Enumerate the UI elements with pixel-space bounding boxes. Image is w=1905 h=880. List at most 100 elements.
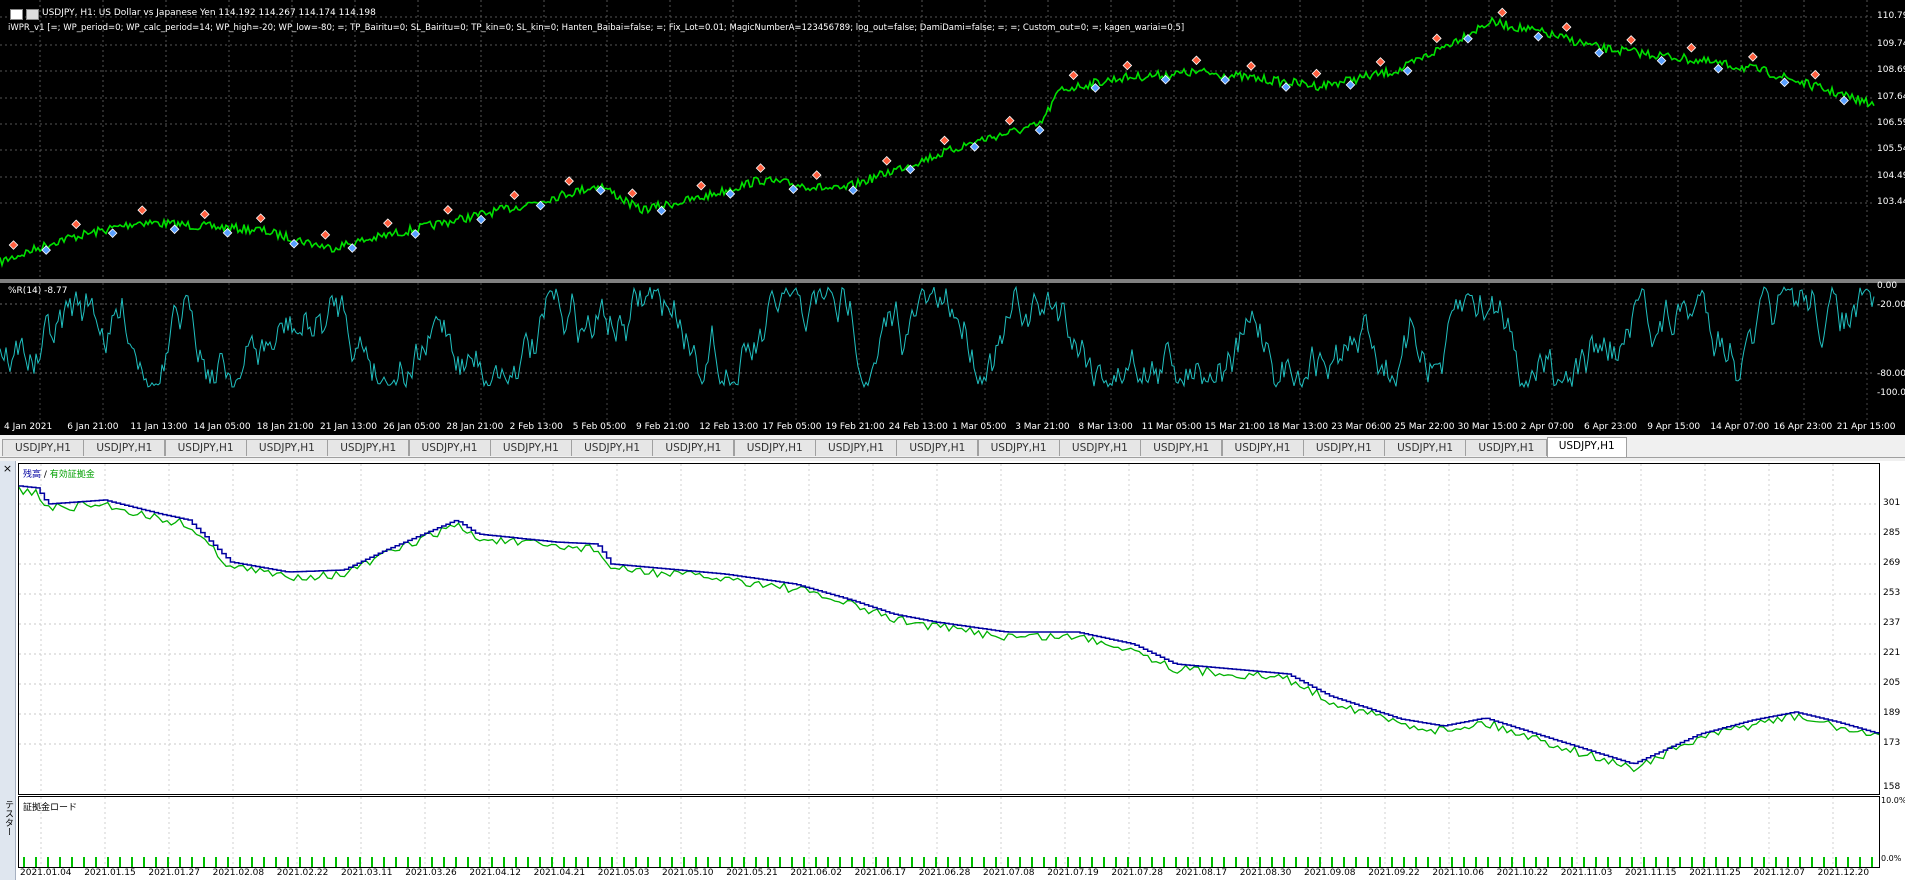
margin-bar (335, 857, 337, 867)
chart-tab[interactable]: USDJPY,H1 (164, 439, 247, 456)
price-label: 108.690 (1877, 65, 1905, 75)
price-chart-canvas (0, 0, 1875, 279)
chart-tab[interactable]: USDJPY,H1 (489, 439, 572, 456)
buy-marker (627, 188, 638, 199)
margin-bar (1091, 857, 1093, 867)
chart-tab[interactable]: USDJPY,H1 (83, 439, 166, 456)
wpr-level-label: -100.00 (1877, 388, 1905, 398)
margin-bar (1043, 857, 1045, 867)
chart-tab[interactable]: USDJPY,H1 (408, 439, 491, 456)
margin-bar (107, 857, 109, 867)
chart-tab[interactable]: USDJPY,H1 (733, 439, 816, 456)
date-label: 2021.11.25 (1689, 868, 1741, 878)
chart-tab[interactable]: USDJPY,H1 (1058, 439, 1141, 456)
time-label: 21 Jan 13:00 (320, 422, 377, 432)
date-label: 2021.12.07 (1753, 868, 1805, 878)
date-label: 2021.09.22 (1368, 868, 1420, 878)
chart-tab[interactable]: USDJPY,H1 (977, 439, 1060, 456)
margin-bar (851, 857, 853, 867)
buy-marker (1748, 52, 1758, 62)
time-label: 17 Feb 05:00 (762, 422, 822, 432)
time-label: 21 Apr 15:00 (1836, 422, 1896, 432)
margin-bar (959, 857, 961, 867)
chart-tab[interactable]: USDJPY,H1 (2, 439, 84, 456)
margin-title: 証拠金ロード (23, 803, 78, 813)
close-icon[interactable]: × (2, 463, 13, 474)
date-label: 2021.09.08 (1304, 868, 1356, 878)
price-label: 109.740 (1877, 39, 1905, 49)
margin-bar (1103, 857, 1105, 867)
margin-bar (1439, 857, 1441, 867)
date-label: 2021.01.27 (148, 868, 200, 878)
margin-bar (1283, 857, 1285, 867)
margin-bar (1751, 857, 1753, 867)
time-label: 18 Mar 13:00 (1268, 422, 1329, 432)
chart-tab[interactable]: USDJPY,H1 (896, 439, 979, 456)
buy-marker (137, 205, 148, 215)
sell-marker (1656, 55, 1667, 66)
margin-bar (803, 857, 805, 867)
margin-bar (1691, 857, 1693, 867)
chart-tab[interactable]: USDJPY,H1 (245, 439, 328, 456)
balance-chart[interactable]: 残高 / 有効証拠金 (18, 463, 1880, 795)
chart-tab[interactable]: USDJPY,H1 (1140, 439, 1223, 456)
time-label: 25 Mar 22:00 (1394, 422, 1455, 432)
buy-marker (1497, 7, 1508, 18)
chart-tab[interactable]: USDJPY,H1 (652, 439, 735, 456)
time-label: 2 Feb 13:00 (509, 422, 563, 432)
chart-tab[interactable]: USDJPY,H1 (1221, 439, 1304, 456)
buy-marker (1810, 69, 1821, 80)
margin-bar (1367, 857, 1369, 867)
chart-tab[interactable]: USDJPY,H1 (815, 439, 897, 456)
time-label: 23 Mar 06:00 (1331, 422, 1392, 432)
margin-bar (1175, 857, 1177, 867)
time-label: 12 Feb 13:00 (699, 422, 759, 432)
chart-menu-icon[interactable] (10, 9, 23, 20)
margin-label: 10.0% (1881, 796, 1905, 805)
price-axis[interactable]: 110.790 109.740 108.690 107.640 106.590 105.5… (1875, 0, 1905, 279)
wpr-indicator-pane[interactable]: %R(14) -8.77 (0, 283, 1876, 421)
time-label: 14 Apr 07:00 (1710, 422, 1770, 432)
margin-bar (1631, 857, 1633, 867)
buy-marker (1626, 35, 1636, 45)
margin-bar (1847, 857, 1849, 867)
margin-bar (323, 857, 325, 867)
margin-bar (455, 857, 457, 867)
chart-tab[interactable]: USDJPY,H1 (1546, 437, 1627, 457)
margin-bar (707, 857, 709, 867)
time-label: 18 Jan 21:00 (256, 422, 314, 432)
chart-tab[interactable]: USDJPY,H1 (1465, 439, 1548, 456)
price-chart[interactable]: USDJPY, H1: US Dollar vs Japanese Yen 11… (0, 0, 1876, 280)
chart-tab[interactable]: USDJPY,H1 (327, 439, 410, 456)
margin-bar (1463, 857, 1465, 867)
margin-bar (287, 857, 289, 867)
margin-bar (647, 857, 649, 867)
margin-bar (1583, 857, 1585, 867)
margin-bar (1667, 857, 1669, 867)
sell-marker (1713, 63, 1724, 74)
time-label: 5 Feb 05:00 (572, 422, 627, 432)
margin-bar (683, 857, 685, 867)
balance-label: 189 (1883, 708, 1901, 718)
price-label: 110.790 (1877, 11, 1905, 21)
price-label: 107.640 (1877, 92, 1905, 102)
margin-bar (1811, 857, 1813, 867)
margin-bar (719, 857, 721, 867)
wpr-axis[interactable]: 0.00 -20.00 -80.00 -100.00 (1875, 281, 1905, 421)
margin-bar (371, 857, 373, 867)
ea-params: iWPR_v1 [=; WP_period=0; WP_calc_period=… (8, 23, 1185, 33)
margin-bar (1739, 857, 1741, 867)
chart-tab[interactable]: USDJPY,H1 (571, 439, 654, 456)
time-label: 9 Apr 15:00 (1647, 422, 1701, 432)
time-axis: 4 Jan 2021 6 Jan 21:00 11 Jan 13:00 14 Jan … (0, 421, 1905, 435)
chart-tab[interactable]: USDJPY,H1 (1384, 439, 1467, 456)
chart-tab[interactable]: USDJPY,H1 (1302, 439, 1385, 456)
margin-bar (983, 857, 985, 867)
margin-bar (587, 857, 589, 867)
margin-bar (1163, 857, 1165, 867)
margin-bar (1127, 857, 1129, 867)
margin-bar (347, 857, 349, 867)
margin-bar (911, 857, 913, 867)
margin-bar (95, 857, 97, 867)
margin-load-chart[interactable]: 証拠金ロード (18, 796, 1880, 868)
